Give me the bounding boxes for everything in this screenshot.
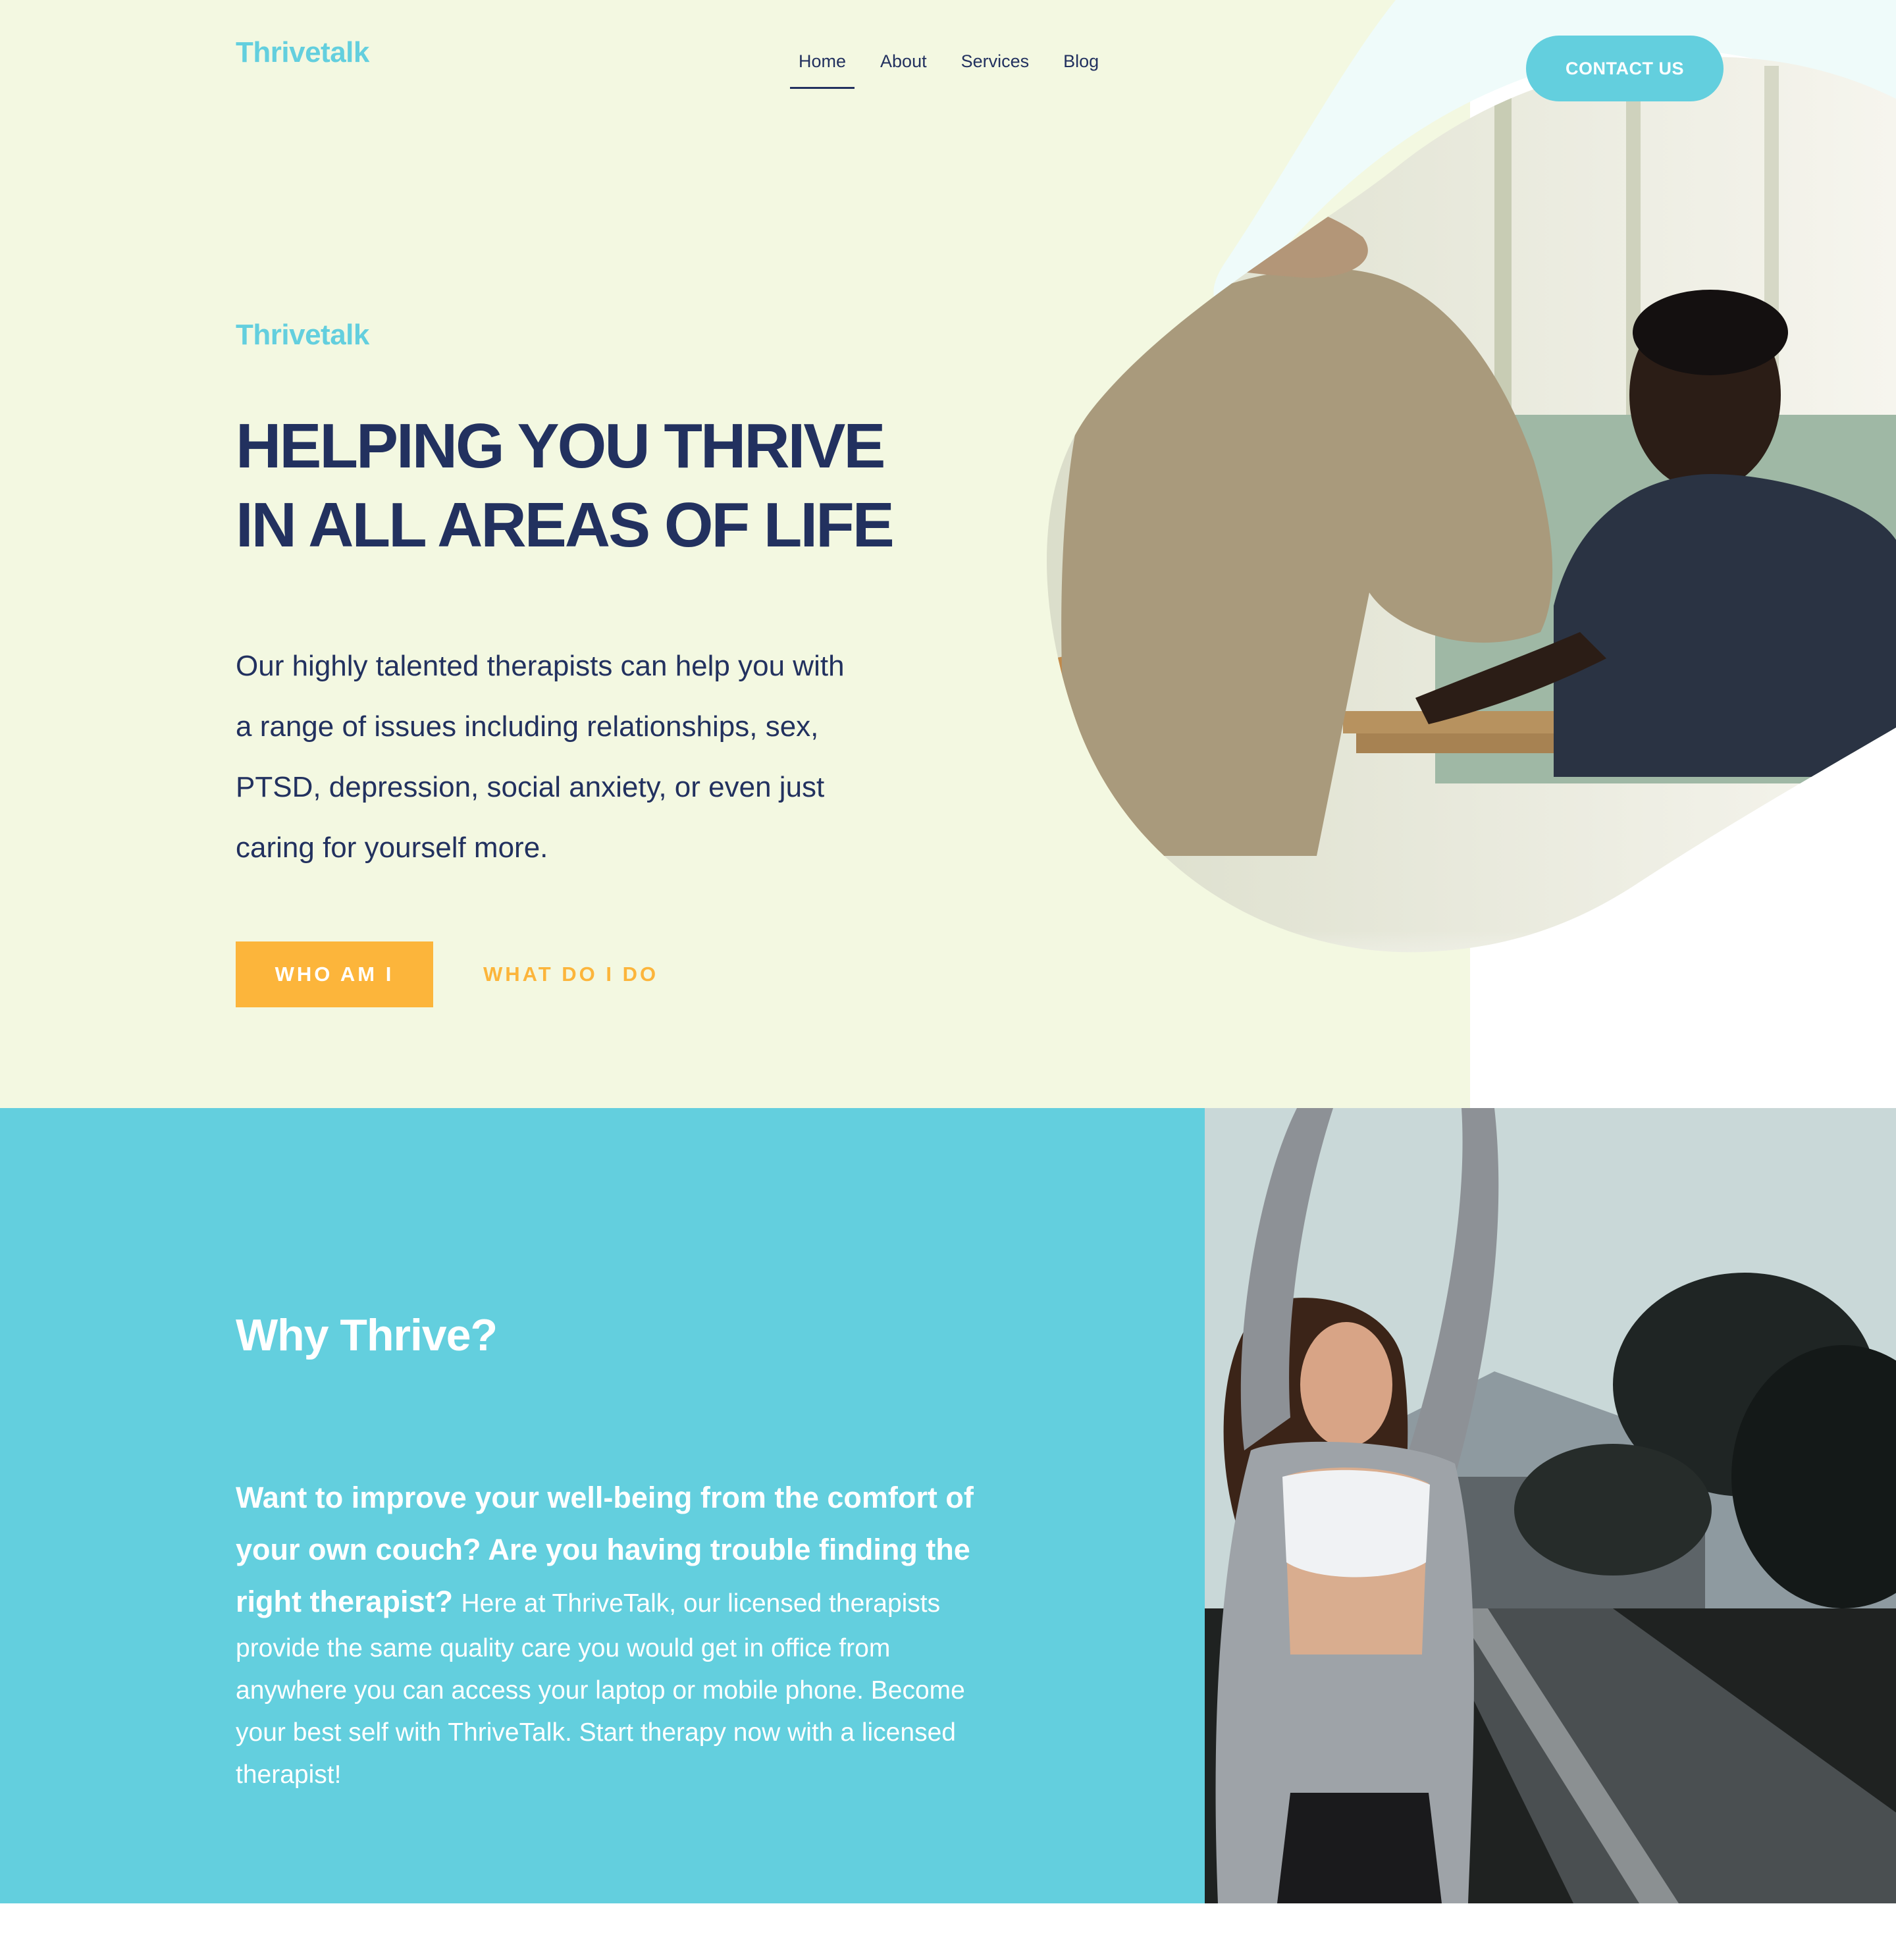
stretching-woman-illustration (1205, 1108, 1896, 1903)
hero-headline-line2: IN ALL AREAS OF LIFE (236, 490, 895, 560)
nav-blog[interactable]: Blog (1055, 47, 1107, 89)
contact-us-button[interactable]: CONTACT US (1526, 36, 1724, 101)
what-do-i-do-button[interactable]: WHAT DO I DO (474, 941, 668, 1007)
why-thrive-body: Here at ThriveTalk, our licensed therapi… (236, 1589, 965, 1789)
nav-about[interactable]: About (872, 47, 935, 89)
main-nav: Home About Services Blog (790, 47, 1124, 89)
hero-headline-line1: HELPING YOU THRIVE (236, 411, 885, 481)
hero-eyebrow: Thrivetalk (236, 319, 369, 351)
why-thrive-text: Want to improve your well-being from the… (236, 1471, 986, 1796)
who-am-i-button[interactable]: WHO AM I (236, 941, 433, 1007)
stretching-woman-photo (1205, 1108, 1896, 1903)
hero-description: Our highly talented therapists can help … (236, 650, 845, 864)
hero-headline: HELPING YOU THRIVE IN ALL AREAS OF LIFE (236, 407, 960, 565)
site-logo[interactable]: Thrivetalk (236, 36, 369, 69)
hero-section: Thrivetalk Home About Services Blog CONT… (0, 0, 1896, 1108)
why-thrive-title: Why Thrive? (236, 1310, 498, 1360)
why-thrive-section: Why Thrive? Want to improve your well-be… (0, 1108, 1205, 1903)
nav-services[interactable]: Services (953, 47, 1038, 89)
nav-home[interactable]: Home (790, 47, 855, 89)
page-bottom-spacer (0, 1903, 1896, 1960)
